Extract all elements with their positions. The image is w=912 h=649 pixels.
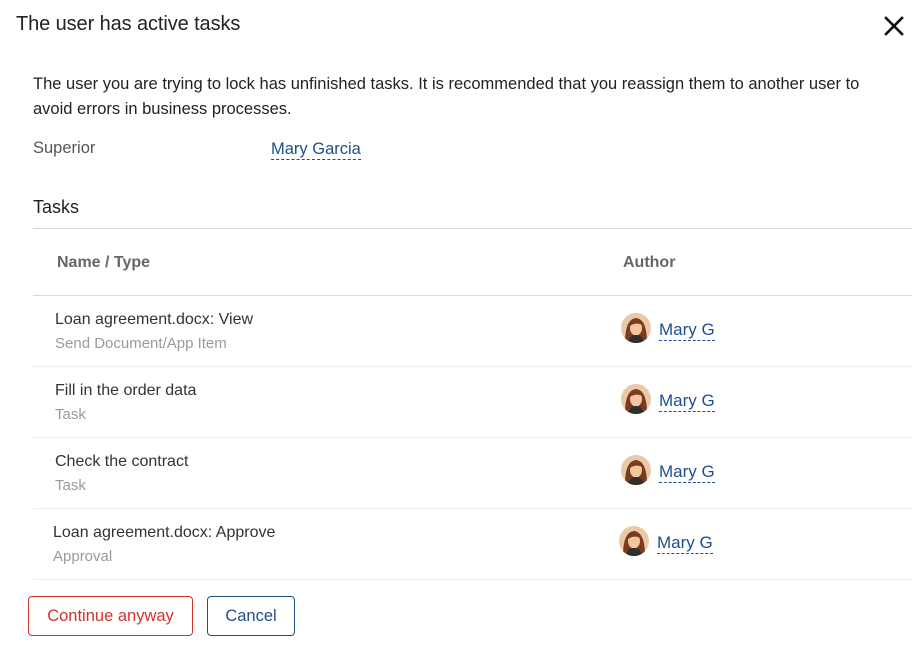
active-tasks-dialog: The user has active tasks The user you a… [0, 0, 912, 649]
task-author: Mary G [619, 525, 713, 557]
warning-message: The user you are trying to lock has unfi… [33, 75, 860, 118]
task-name[interactable]: Loan agreement.docx: View [55, 311, 253, 329]
table-header: Name / Type Author [33, 229, 912, 296]
column-header-author: Author [623, 254, 676, 271]
task-name[interactable]: Fill in the order data [55, 382, 196, 400]
tasks-heading: Tasks [33, 197, 80, 217]
task-type: Approval [53, 548, 113, 565]
task-type: Task [55, 406, 86, 423]
table-row: Fill in the order data Task Mary G [33, 367, 912, 438]
author-link[interactable]: Mary G [659, 462, 715, 483]
task-author: Mary G [621, 454, 715, 486]
superior-label: Superior [33, 139, 96, 157]
author-link[interactable]: Mary G [659, 320, 715, 341]
avatar [621, 384, 651, 414]
close-icon[interactable] [880, 12, 908, 40]
task-type: Send Document/App Item [55, 335, 227, 352]
tasks-table: Name / Type Author Loan agreement.docx: … [33, 228, 912, 580]
dialog-title: The user has active tasks [16, 13, 241, 35]
avatar [621, 313, 651, 343]
avatar [621, 455, 651, 485]
cancel-button[interactable]: Cancel [207, 596, 295, 636]
task-author: Mary G [621, 312, 715, 344]
superior-user-link[interactable]: Mary Garcia [271, 139, 361, 160]
task-author: Mary G [621, 383, 715, 415]
continue-anyway-button[interactable]: Continue anyway [28, 596, 193, 636]
task-name[interactable]: Check the contract [55, 453, 188, 471]
author-link[interactable]: Mary G [657, 533, 713, 554]
task-name[interactable]: Loan agreement.docx: Approve [53, 524, 275, 542]
table-row: Check the contract Task Mary G [33, 438, 912, 509]
column-header-name-type: Name / Type [57, 254, 151, 271]
avatar [619, 526, 649, 556]
task-type: Task [55, 477, 86, 494]
author-link[interactable]: Mary G [659, 391, 715, 412]
table-row: Loan agreement.docx: Approve Approval Ma… [33, 509, 912, 580]
table-row: Loan agreement.docx: View Send Document/… [33, 296, 912, 367]
